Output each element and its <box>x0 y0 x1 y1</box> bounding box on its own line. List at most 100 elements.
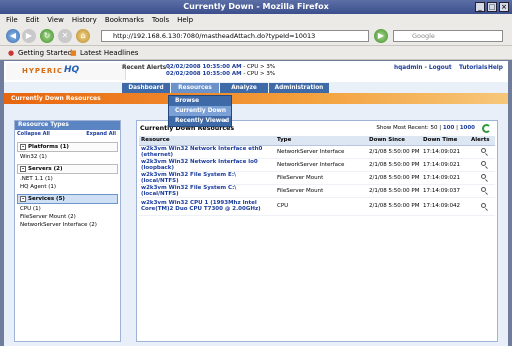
bookmark-getting-started[interactable]: Getting Started <box>18 46 72 60</box>
stop-icon[interactable]: ✕ <box>58 29 72 43</box>
down-since-cell: 2/1/08 5:50:00 PM <box>367 171 421 185</box>
minimize-button[interactable]: _ <box>475 2 485 12</box>
bookmark-latest-headlines[interactable]: Latest Headlines <box>80 46 138 60</box>
col-type[interactable]: Type <box>275 136 367 146</box>
reload-icon[interactable]: ↻ <box>40 29 54 43</box>
back-icon[interactable]: ◀ <box>6 29 20 43</box>
go-icon[interactable]: ▶ <box>374 29 388 43</box>
tab-administration[interactable]: Administration <box>269 83 329 93</box>
resource-link[interactable]: w2k3vm Win32 Network Interface eth0 (eth… <box>141 146 262 158</box>
content-area: Resource Types Collapse All Expand All -… <box>4 104 508 346</box>
magnifier-icon[interactable] <box>480 174 486 179</box>
service-item[interactable]: FileServer Mount (2) <box>15 213 120 221</box>
menu-edit[interactable]: Edit <box>26 14 40 26</box>
bookmarks-toolbar: ● Getting Started ■ Latest Headlines <box>0 46 512 60</box>
services-section[interactable]: - Services (5) <box>17 194 118 204</box>
table-row: w2k3vm Win32 Network Interface lo0 (loop… <box>139 158 495 172</box>
resource-types-panel: Resource Types Collapse All Expand All -… <box>14 120 121 342</box>
tab-analyze[interactable]: Analyze <box>220 83 268 93</box>
search-placeholder: Google <box>412 32 435 40</box>
down-since-cell: 2/1/08 5:50:00 PM <box>367 145 421 159</box>
platform-item[interactable]: Win32 (1) <box>15 153 120 161</box>
count-50[interactable]: 50 <box>430 125 437 131</box>
alert-link[interactable]: 02/02/2008 10:35:00 AM <box>166 71 242 77</box>
rss-icon: ■ <box>70 49 77 57</box>
col-down-time[interactable]: Down Time <box>421 136 469 146</box>
services-label: Services (5) <box>28 196 65 202</box>
resource-link[interactable]: w2k3vm Win32 CPU 1 (1993Mhz Intel Core(T… <box>141 200 261 212</box>
down-time-cell: 17:14:09:021 <box>421 158 469 172</box>
tab-dashboard[interactable]: Dashboard <box>122 83 170 93</box>
down-resources-table: Resource Type Down Since Down Time Alert… <box>139 136 495 216</box>
search-input[interactable]: Google <box>393 30 503 42</box>
col-resource[interactable]: Resource <box>139 136 275 146</box>
servers-section[interactable]: - Servers (2) <box>17 164 118 174</box>
alert-item: 02/02/2008 10:35:00 AM - CPU > 3% <box>166 64 275 70</box>
maximize-button[interactable]: □ <box>487 2 497 12</box>
type-cell: FileServer Mount <box>275 184 367 198</box>
resource-link[interactable]: w2k3vm Win32 Network Interface lo0 (loop… <box>141 159 258 171</box>
resource-types-header: Resource Types <box>15 121 120 130</box>
down-since-cell: 2/1/08 5:50:00 PM <box>367 197 421 216</box>
menu-bookmarks[interactable]: Bookmarks <box>105 14 144 26</box>
type-cell: FileServer Mount <box>275 171 367 185</box>
down-since-cell: 2/1/08 5:50:00 PM <box>367 158 421 172</box>
server-item[interactable]: HQ Agent (1) <box>15 183 120 191</box>
magnifier-icon[interactable] <box>480 148 486 153</box>
logo-text: HYPERIC <box>22 67 63 75</box>
collapse-icon[interactable]: - <box>20 143 26 150</box>
menu-help[interactable]: Help <box>177 14 193 26</box>
count-100[interactable]: 100 <box>443 125 454 131</box>
menu-item-browse[interactable]: Browse <box>169 96 231 106</box>
table-row: w2k3vm Win32 Network Interface eth0 (eth… <box>139 145 495 159</box>
recent-alerts-label: Recent Alerts : <box>122 65 171 71</box>
expand-all-link[interactable]: Expand All <box>86 130 116 139</box>
collapse-icon[interactable]: - <box>20 165 26 172</box>
platforms-label: Platforms (1) <box>28 144 69 150</box>
type-cell: CPU <box>275 197 367 216</box>
menu-file[interactable]: File <box>6 14 18 26</box>
service-item[interactable]: NetworkServer Interface (2) <box>15 221 120 229</box>
tab-resources[interactable]: Resources <box>171 83 219 93</box>
col-down-since[interactable]: Down Since <box>367 136 421 146</box>
collapse-expand-bar: Collapse All Expand All <box>15 130 120 139</box>
logout-link[interactable]: hqadmin - Logout <box>394 65 452 71</box>
magnifier-icon[interactable] <box>480 161 486 166</box>
page-viewport: HYPERIC HQ Recent Alerts : 02/02/2008 10… <box>4 61 508 346</box>
table-row: w2k3vm Win32 CPU 1 (1993Mhz Intel Core(T… <box>139 197 495 216</box>
platforms-section[interactable]: - Platforms (1) <box>17 142 118 152</box>
resource-link[interactable]: w2k3vm Win32 File System E:\ (local/NTFS… <box>141 172 236 184</box>
refresh-icon[interactable] <box>482 124 491 133</box>
forward-icon[interactable]: ▶ <box>22 29 36 43</box>
count-1000[interactable]: 1000 <box>460 125 475 131</box>
close-button[interactable]: × <box>499 2 509 12</box>
menu-item-recently-viewed[interactable]: Recently Viewed ▸ <box>169 116 231 126</box>
show-most-recent: Show Most Recent: 50 | 100 | 1000 <box>376 125 475 131</box>
menu-history[interactable]: History <box>72 14 97 26</box>
down-time-cell: 17:14:09:042 <box>421 197 469 216</box>
resources-dropdown-menu: Browse Currently Down Recently Viewed ▸ <box>168 95 232 127</box>
down-time-cell: 17:14:09:021 <box>421 145 469 159</box>
alert-message: - CPU > 3% <box>243 64 276 70</box>
recently-viewed-label: Recently Viewed <box>175 118 230 124</box>
home-icon[interactable]: ⌂ <box>76 29 90 43</box>
resource-link[interactable]: w2k3vm Win32 File System C:\ (local/NTFS… <box>141 185 236 197</box>
help-link[interactable]: Help <box>488 65 503 71</box>
service-item[interactable]: CPU (1) <box>15 205 120 213</box>
menu-view[interactable]: View <box>47 14 64 26</box>
down-time-cell: 17:14:09:021 <box>421 171 469 185</box>
menu-tools[interactable]: Tools <box>152 14 169 26</box>
collapse-all-link[interactable]: Collapse All <box>17 130 50 139</box>
submenu-arrow-icon: ▸ <box>224 118 227 124</box>
table-row: w2k3vm Win32 File System C:\ (local/NTFS… <box>139 184 495 198</box>
tutorials-link[interactable]: Tutorials <box>459 65 487 71</box>
alert-link[interactable]: 02/02/2008 10:35:00 AM <box>166 64 242 70</box>
magnifier-icon[interactable] <box>480 202 486 208</box>
url-input[interactable]: http://192.168.6.130:7080/mastheadAttach… <box>101 30 369 42</box>
table-header-row: Resource Type Down Since Down Time Alert… <box>139 136 495 146</box>
type-cell: NetworkServer Interface <box>275 145 367 159</box>
magnifier-icon[interactable] <box>480 187 486 192</box>
collapse-icon[interactable]: - <box>20 195 26 202</box>
server-item[interactable]: .NET 1.1 (1) <box>15 175 120 183</box>
menu-item-currently-down[interactable]: Currently Down <box>169 106 231 116</box>
